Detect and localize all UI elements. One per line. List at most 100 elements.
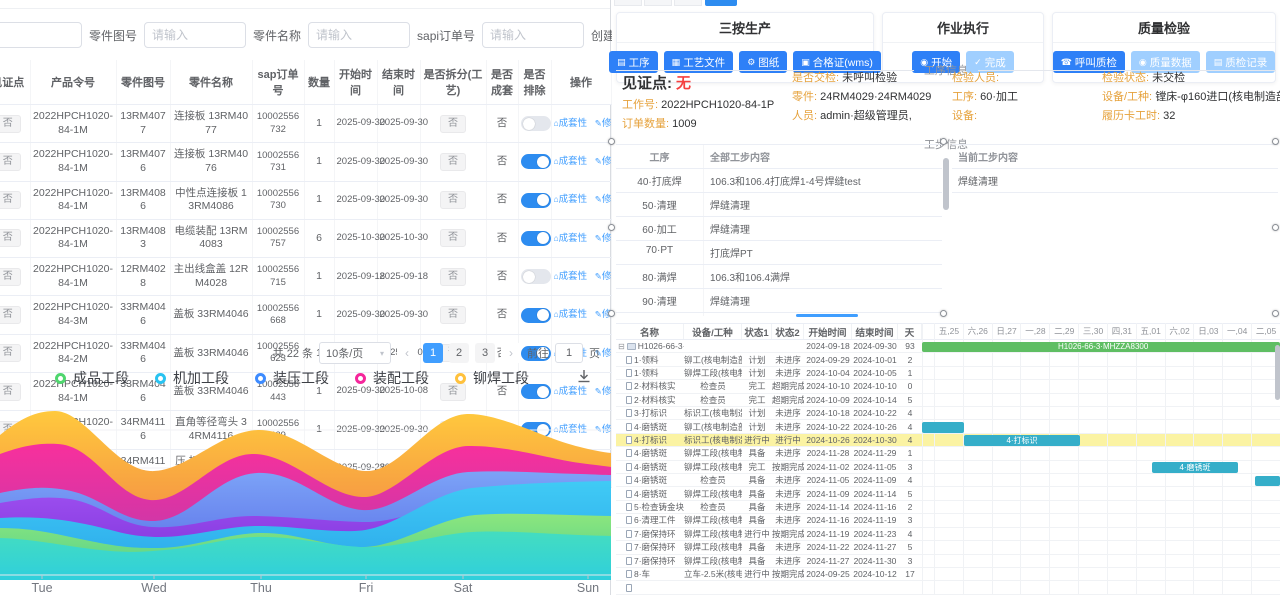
sap-order-label: sapi订单号 [417,27,475,44]
next-page-button[interactable]: › [501,343,521,363]
gantt-status1: 具备 [742,501,772,513]
part-drawing-input[interactable] [144,22,246,48]
suite-link[interactable]: ⌂成套性 [554,118,588,129]
suite-link[interactable]: ⌂成套性 [554,194,588,205]
gantt-bar[interactable] [922,422,964,433]
cell-drawing-no: 13RM4086 [116,181,170,219]
col-witness: 见证点 [0,60,30,105]
document-icon [626,396,632,404]
clipped-filter-input[interactable] [0,22,82,48]
gantt-bar[interactable]: 4·打标识 [964,435,1080,446]
selection-handle[interactable] [1272,224,1279,231]
selection-handle[interactable] [940,310,947,317]
prev-page-button[interactable]: ‹ [397,343,417,363]
cell-part-name: 盖板 33RM4046 [170,334,252,372]
gantt-bar[interactable] [1255,476,1280,487]
cell-drawing-no: 33RM4046 [116,296,170,334]
cell-witness: 否 [0,219,30,257]
split-badge[interactable]: 否 [440,229,466,247]
split-badge[interactable]: 否 [440,191,466,209]
gantt-bar[interactable]: 4·磨锈斑 [1152,462,1238,473]
gantt-end: 2024-10-01 [852,355,898,365]
step-row[interactable]: 50·清理 焊缝清理 [616,193,942,217]
table-row: 否 2022HPCH1020-84-1M 12RM4028 主出线盒盖 12RM… [0,258,611,296]
gantt-days: 5 [898,489,922,499]
split-badge[interactable]: 否 [440,115,466,133]
tab-stub[interactable] [674,0,702,6]
download-icon[interactable] [576,368,592,389]
document-icon [626,356,632,364]
exclude-toggle[interactable] [521,193,551,208]
selection-handle[interactable] [608,138,615,145]
gantt-row-name: 3·打标识 [616,407,684,419]
exclude-toggle[interactable] [521,231,551,246]
steps-scrollbar[interactable] [943,158,949,210]
suite-link[interactable]: ⌂成套性 [554,271,588,282]
exclude-toggle[interactable] [521,154,551,169]
tab-stub[interactable] [614,0,642,6]
step-row[interactable]: 40·打底焊 106.3和106.4打底焊1-4号焊缝test [616,169,942,193]
gantt-start: 2024-10-09 [804,395,852,405]
part-name-input[interactable] [308,22,410,48]
edit-icon: ✎ [595,194,602,204]
legend-ring-icon [55,373,66,384]
legend-item[interactable]: 机加工段 [155,368,229,388]
gantt-status1: 具备 [742,488,772,500]
suite-link[interactable]: ⌂成套性 [554,233,588,244]
cell-end: 2025-10-30 [377,219,420,257]
page-number-button[interactable]: 1 [423,343,443,363]
sap-order-input[interactable] [482,22,584,48]
cell-exclude [518,258,551,296]
suite-link[interactable]: ⌂成套性 [554,309,588,320]
selection-handle[interactable] [1272,138,1279,145]
table-row: 否 2022HPCH1020-84-1M 13RM4077 连接板 13RM40… [0,105,611,143]
cell-witness: 否 [0,105,30,143]
page-size-select[interactable]: 10条/页 ▾ [319,342,391,364]
step-row[interactable]: 90·清理 焊缝清理 [616,289,942,313]
page-number-button[interactable]: 3 [475,343,495,363]
current-step-table: 当前工步内容 焊缝清理 [952,144,1278,316]
selection-handle[interactable] [940,138,947,145]
witness-badge: 否 [0,191,21,209]
gantt-days: 2 [898,502,922,512]
step-row[interactable]: 80·满焊 106.3和106.4满焊 [616,265,942,289]
step-row[interactable]: 60·加工 焊缝清理 [616,217,942,241]
gantt-start: 2024-09-25 [804,569,852,579]
selection-handle[interactable] [608,224,615,231]
cell-product: 2022HPCH1020-84-2M [30,334,116,372]
active-tab[interactable] [705,0,737,6]
exclude-toggle[interactable] [521,269,551,284]
info-line: 工序: 60·加工 [952,91,1102,104]
page-number-button[interactable]: 2 [449,343,469,363]
cell-start: 2025-10-30 [334,219,377,257]
tree-collapse-icon[interactable]: ⊟ [618,342,625,351]
selection-handle[interactable] [1272,310,1279,317]
current-step-header: 当前工步内容 [952,145,1278,169]
cell-drawing-no: 13RM4083 [116,219,170,257]
info-line: 零件: 24RM4029·24RM4029 [792,91,952,104]
gantt-scrollbar[interactable] [1275,345,1280,400]
gantt-row-name [616,584,684,592]
tab-stub[interactable] [644,0,672,6]
gantt-start: 2024-10-10 [804,381,852,391]
cell-product: 2022HPCH1020-84-1M [30,105,116,143]
legend-item[interactable]: 铆焊工段 [455,368,529,388]
step-row[interactable]: 100·检查 1-4号焊缝目视检查 [616,313,942,316]
split-badge[interactable]: 否 [440,268,466,286]
split-badge[interactable]: 否 [440,306,466,324]
exclude-toggle[interactable] [521,116,551,131]
gantt-status1: 具备 [742,514,772,526]
step-row[interactable]: 70·PT 打底焊PT [616,241,942,265]
split-badge[interactable]: 否 [440,153,466,171]
legend-item[interactable]: 成品工段 [55,368,129,388]
legend-item[interactable]: 装配工段 [355,368,429,388]
exclude-toggle[interactable] [521,308,551,323]
horizontal-scroll-indicator[interactable] [796,314,858,317]
selection-handle[interactable] [608,310,615,317]
gantt-days: 0 [898,381,922,391]
legend-item[interactable]: 装压工段 [255,368,329,388]
suite-link[interactable]: ⌂成套性 [554,156,588,167]
edit-icon: ✎ [595,386,602,396]
gantt-bar[interactable]: H1026-66-3·MHZZA8300 [922,342,1280,353]
goto-page-input[interactable] [555,343,583,363]
